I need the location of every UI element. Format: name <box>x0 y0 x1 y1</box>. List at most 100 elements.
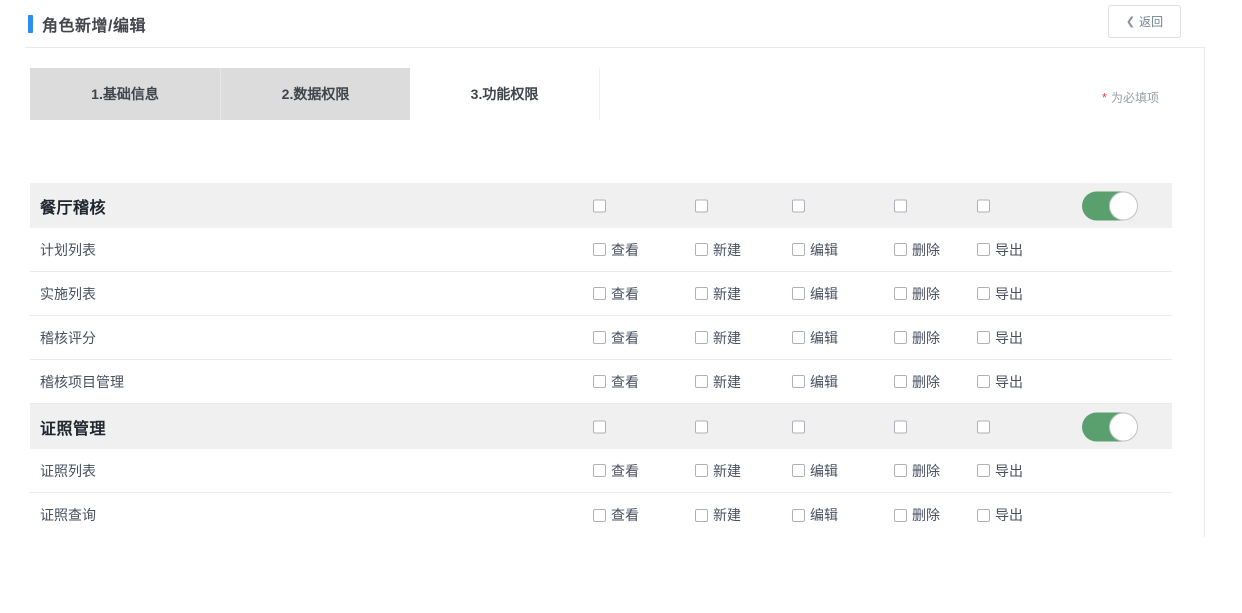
back-button[interactable]: ❮ 返回 <box>1108 5 1181 38</box>
permission-checkbox-cell[interactable] <box>792 199 805 212</box>
checkbox[interactable] <box>593 243 606 256</box>
permission-checkbox-cell[interactable] <box>593 420 606 433</box>
permission-checkbox-cell[interactable] <box>593 199 606 212</box>
permission-checkbox-cell[interactable] <box>977 199 990 212</box>
permission-checkbox-cell[interactable] <box>792 420 805 433</box>
permission-checkbox-cell[interactable]: 新建 <box>695 240 741 260</box>
checkbox[interactable] <box>894 420 907 433</box>
checkbox[interactable] <box>593 287 606 300</box>
permission-row: 证照列表 查看 新建 编辑 删除 导出 <box>30 449 1172 493</box>
checkbox[interactable] <box>977 243 990 256</box>
checkbox[interactable] <box>792 420 805 433</box>
permission-row: 稽核项目管理查看新建编辑删除导出 <box>30 360 1172 404</box>
checkbox[interactable] <box>894 243 907 256</box>
checkbox[interactable] <box>593 199 606 212</box>
checkbox[interactable] <box>977 509 990 522</box>
permission-checkbox-cell[interactable]: 查看 <box>593 284 639 304</box>
checkbox[interactable] <box>894 375 907 388</box>
checkbox[interactable] <box>593 509 606 522</box>
permission-checkbox-cell[interactable]: 删除 <box>894 328 940 348</box>
permission-checkbox-cell[interactable]: 编辑 <box>792 461 838 481</box>
permission-table: 餐厅稽核计划列表查看新建编辑删除导出实施列表查看新建编辑删除导出稽核评分查看新建… <box>30 183 1172 537</box>
permission-checkbox-cell[interactable]: 导出 <box>977 505 1023 525</box>
checkbox[interactable] <box>695 420 708 433</box>
checkbox[interactable] <box>792 464 805 477</box>
permission-checkbox-cell[interactable]: 新建 <box>695 328 741 348</box>
toggle-knob <box>1109 191 1138 220</box>
checkbox[interactable] <box>894 287 907 300</box>
permission-checkbox-cell[interactable]: 编辑 <box>792 505 838 525</box>
checkbox[interactable] <box>977 420 990 433</box>
checkbox-label: 查看 <box>611 328 639 348</box>
permission-checkbox-cell[interactable]: 查看 <box>593 328 639 348</box>
checkbox[interactable] <box>792 509 805 522</box>
permission-checkbox-cell[interactable] <box>695 420 708 433</box>
permission-checkbox-cell[interactable]: 删除 <box>894 284 940 304</box>
permission-checkbox-cell[interactable]: 导出 <box>977 284 1023 304</box>
checkbox[interactable] <box>593 331 606 344</box>
permission-checkbox-cell[interactable]: 查看 <box>593 372 639 392</box>
checkbox-label: 删除 <box>912 284 940 304</box>
checkbox[interactable] <box>792 375 805 388</box>
group-toggle-switch[interactable] <box>1082 191 1136 220</box>
permission-checkbox-cell[interactable]: 新建 <box>695 284 741 304</box>
group-toggle-switch[interactable] <box>1082 412 1136 441</box>
checkbox[interactable] <box>977 331 990 344</box>
checkbox[interactable] <box>977 199 990 212</box>
permission-checkbox-cell[interactable]: 编辑 <box>792 284 838 304</box>
checkbox-label: 导出 <box>995 461 1023 481</box>
checkbox[interactable] <box>695 243 708 256</box>
permission-checkbox-cell[interactable]: 查看 <box>593 505 639 525</box>
permission-checkbox-cell[interactable]: 导出 <box>977 328 1023 348</box>
group-header-row: 餐厅稽核 <box>30 183 1172 228</box>
permission-checkbox-cell[interactable]: 新建 <box>695 505 741 525</box>
checkbox[interactable] <box>792 287 805 300</box>
permission-checkbox-cell[interactable]: 删除 <box>894 505 940 525</box>
back-button-label: 返回 <box>1139 13 1163 30</box>
permission-checkbox-cell[interactable]: 删除 <box>894 240 940 260</box>
checkbox[interactable] <box>792 199 805 212</box>
permission-checkbox-cell[interactable] <box>894 420 907 433</box>
checkbox[interactable] <box>695 199 708 212</box>
permission-checkbox-cell[interactable]: 导出 <box>977 372 1023 392</box>
checkbox[interactable] <box>695 287 708 300</box>
checkbox[interactable] <box>695 375 708 388</box>
checkbox[interactable] <box>695 464 708 477</box>
checkbox[interactable] <box>894 331 907 344</box>
permission-checkbox-cell[interactable]: 导出 <box>977 461 1023 481</box>
permission-checkbox-cell[interactable]: 删除 <box>894 372 940 392</box>
permission-checkbox-cell[interactable] <box>695 199 708 212</box>
checkbox[interactable] <box>593 464 606 477</box>
permission-checkbox-cell[interactable] <box>894 199 907 212</box>
permission-checkbox-cell[interactable]: 删除 <box>894 461 940 481</box>
checkbox[interactable] <box>977 287 990 300</box>
tab-basic-info[interactable]: 1.基础信息 <box>30 68 220 120</box>
checkbox[interactable] <box>792 243 805 256</box>
permission-checkbox-cell[interactable]: 编辑 <box>792 328 838 348</box>
tab-data-perms[interactable]: 2.数据权限 <box>220 68 410 120</box>
checkbox[interactable] <box>695 331 708 344</box>
checkbox[interactable] <box>593 420 606 433</box>
permission-checkbox-cell[interactable]: 新建 <box>695 461 741 481</box>
checkbox[interactable] <box>977 375 990 388</box>
checkbox[interactable] <box>977 464 990 477</box>
checkbox-label: 编辑 <box>810 372 838 392</box>
permission-checkbox-cell[interactable]: 编辑 <box>792 372 838 392</box>
checkbox[interactable] <box>894 509 907 522</box>
checkbox[interactable] <box>695 509 708 522</box>
checkbox[interactable] <box>792 331 805 344</box>
permission-checkbox-cell[interactable]: 导出 <box>977 240 1023 260</box>
checkbox[interactable] <box>593 375 606 388</box>
checkbox[interactable] <box>894 199 907 212</box>
checkbox-label: 新建 <box>713 372 741 392</box>
tab-feature-perms[interactable]: 3.功能权限 <box>410 68 600 120</box>
permission-row-label: 证照列表 <box>40 461 96 481</box>
checkbox-label: 查看 <box>611 240 639 260</box>
permission-checkbox-cell[interactable] <box>977 420 990 433</box>
permission-checkbox-cell[interactable]: 查看 <box>593 461 639 481</box>
permission-checkbox-cell[interactable]: 新建 <box>695 372 741 392</box>
checkbox[interactable] <box>894 464 907 477</box>
permission-checkbox-cell[interactable]: 查看 <box>593 240 639 260</box>
permission-checkbox-cell[interactable]: 编辑 <box>792 240 838 260</box>
role-edit-page: 角色新增/编辑 ❮ 返回 1.基础信息2.数据权限3.功能权限 *为必填项 餐厅… <box>0 0 1242 613</box>
